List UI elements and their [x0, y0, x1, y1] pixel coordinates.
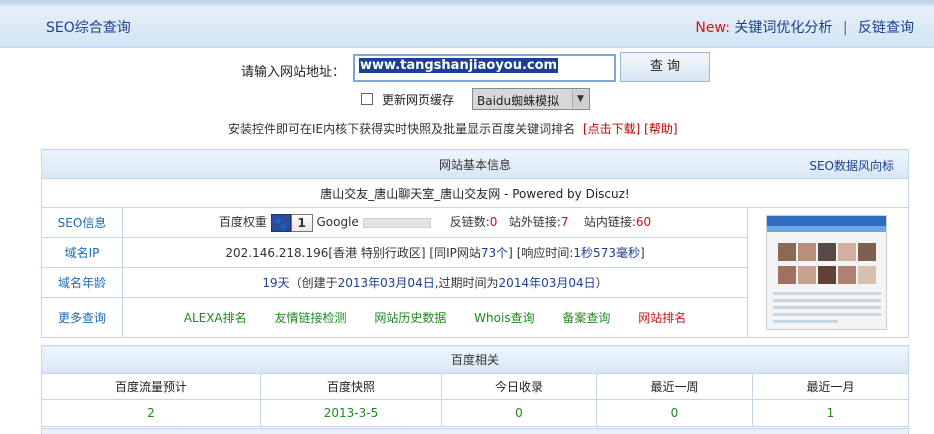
query-button[interactable]: 查 询: [620, 52, 710, 82]
age-days: 19天: [262, 276, 290, 290]
basic-info-header: 网站基本信息 SEO数据风向标: [41, 149, 909, 179]
site-thumbnail-cell: [747, 207, 909, 338]
thumb-text-lines: [773, 288, 881, 327]
thumb-line: [773, 292, 881, 295]
site-title: 唐山交友_唐山聊天室_唐山交友网 - Powered by Discuz!: [41, 178, 909, 208]
internal-links-label: 站内链接:: [583, 215, 636, 230]
backlink-query-link[interactable]: 反链查询: [858, 20, 914, 36]
thumb-photo: [778, 243, 796, 261]
response-time: 1秒573毫秒: [573, 246, 640, 260]
thumb-line: [773, 306, 881, 309]
thumb-photo-grid: [771, 242, 883, 288]
thumb-photo: [858, 266, 876, 284]
val-baidu-traffic: 2: [41, 399, 261, 427]
update-cache-label: 更新网页缓存: [382, 93, 455, 107]
val-today-indexed[interactable]: 0: [441, 399, 597, 427]
basic-info-table: 网站基本信息 SEO数据风向标 唐山交友_唐山聊天室_唐山交友网 - Power…: [41, 149, 909, 338]
col-last-month: 最近一月: [752, 373, 909, 400]
val-last-week[interactable]: 0: [596, 399, 753, 427]
domain-age-value: 19天（创建于2013年03月04日,过期时间为2014年03月04日）: [122, 267, 748, 298]
top-bar: SEO综合查询 New: 关键词优化分析 | 反链查询: [0, 0, 934, 48]
site-thumbnail[interactable]: [766, 215, 887, 330]
link-separator: |: [842, 20, 848, 36]
ip-address: 202.146.218.196[香港 特别行政区]: [225, 246, 426, 260]
top-links: New: 关键词优化分析 | 反链查询: [695, 17, 914, 37]
url-input-value: www.tangshanjiaoyou.com: [359, 58, 559, 73]
col-last-week: 最近一周: [596, 373, 753, 400]
age-detail-suffix: ）: [595, 276, 608, 290]
domain-ip-label: 域名IP: [41, 237, 123, 268]
age-detail-mid: ,过期时间为: [434, 276, 499, 290]
external-links-label: 站外链接:: [508, 215, 561, 230]
thumb-photo: [798, 243, 816, 261]
page-title: SEO综合查询: [46, 20, 131, 36]
spider-simulation-select[interactable]: Baidu蜘蛛模拟 ▼: [472, 88, 590, 110]
expires-date: 2014年03月04日: [498, 276, 596, 290]
baidu-weight-label: 百度权重: [218, 215, 267, 230]
col-baidu-traffic: 百度流量预计: [41, 373, 261, 400]
age-detail-prefix: （创建于: [289, 276, 338, 290]
thumb-nav-bar: [767, 226, 886, 232]
same-ip-suffix: ]: [508, 246, 513, 260]
baidu-weight-value: 1: [290, 213, 313, 232]
external-links-value: 7: [560, 215, 569, 230]
thumb-photo: [818, 243, 836, 261]
internal-links-value: 60: [635, 215, 652, 230]
thumb-line: [773, 320, 838, 323]
whois-link[interactable]: Whois查询: [474, 311, 534, 325]
url-input[interactable]: www.tangshanjiaoyou.com: [353, 54, 616, 82]
seo-info-label: SEO信息: [41, 207, 123, 238]
thumb-photo: [838, 243, 856, 261]
backlinks-value: 0: [489, 215, 498, 230]
same-ip-link[interactable]: 73个: [481, 246, 508, 260]
google-label: Google: [316, 215, 359, 230]
alexa-rank-link[interactable]: ALEXA排名: [184, 311, 247, 325]
col-today-indexed: 今日收录: [441, 373, 597, 400]
basic-info-title: 网站基本信息: [438, 157, 511, 172]
thumb-photo: [798, 266, 816, 284]
baidu-table: 百度相关 百度流量预计 百度快照 今日收录 最近一周 最近一月 2 2013-3…: [41, 345, 909, 427]
top-stripe: [0, 0, 934, 6]
more-query-links: ALEXA排名 友情链接检测 网站历史数据 Whois查询 备案查询 网站排名: [122, 297, 748, 338]
baidu-header: 百度相关: [41, 345, 909, 374]
help-link[interactable]: [帮助]: [644, 122, 677, 136]
more-query-label: 更多查询: [41, 297, 123, 338]
backlinks-label: 反链数:: [449, 215, 490, 230]
domain-ip-value: 202.146.218.196[香港 特别行政区] [同IP网站73个] [响应…: [122, 237, 748, 268]
thumb-header-bar: [767, 216, 886, 226]
created-date: 2013年03月04日: [337, 276, 435, 290]
thumb-photo: [778, 266, 796, 284]
val-baidu-snapshot[interactable]: 2013-3-5: [260, 399, 442, 427]
thumb-line: [773, 313, 881, 316]
response-prefix: [响应时间:: [516, 246, 574, 260]
url-input-label: 请输入网站地址：: [241, 65, 346, 80]
new-label: New:: [695, 20, 730, 36]
next-section-edge: [41, 428, 909, 434]
friend-link-check-link[interactable]: 友情链接检测: [274, 311, 346, 325]
col-baidu-snapshot: 百度快照: [260, 373, 442, 400]
chevron-down-icon: ▼: [572, 90, 588, 108]
response-suffix: ]: [639, 246, 645, 260]
domain-age-label: 域名年龄: [41, 267, 123, 298]
thumb-photo: [818, 266, 836, 284]
update-cache-checkbox[interactable]: [361, 93, 373, 105]
site-rank-link[interactable]: 网站排名: [638, 311, 686, 325]
keyword-analysis-link[interactable]: 关键词优化分析: [734, 20, 832, 36]
val-last-month[interactable]: 1: [752, 399, 909, 427]
download-link[interactable]: [点击下载]: [583, 122, 640, 136]
baidu-paw-icon: 🐾: [270, 213, 291, 232]
same-ip-prefix: [同IP网站: [429, 246, 481, 260]
thumb-photo: [838, 266, 856, 284]
google-pr-bar: [362, 217, 431, 228]
seo-trend-link[interactable]: SEO数据风向标: [809, 157, 894, 174]
icp-record-link[interactable]: 备案查询: [562, 311, 610, 325]
plugin-notice: 安装控件即可在IE内核下获得实时快照及批量显示百度关键词排名 [点击下载] [帮…: [228, 120, 678, 137]
thumb-line: [773, 299, 881, 302]
notice-text: 安装控件即可在IE内核下获得实时快照及批量显示百度关键词排名: [228, 122, 576, 136]
thumb-photo: [858, 243, 876, 261]
site-history-link[interactable]: 网站历史数据: [374, 311, 446, 325]
seo-info-value: 百度权重 🐾 1 Google 反链数:0 站外链接:7 站内链接:60: [122, 207, 748, 238]
spider-select-value: Baidu蜘蛛模拟: [477, 94, 560, 108]
